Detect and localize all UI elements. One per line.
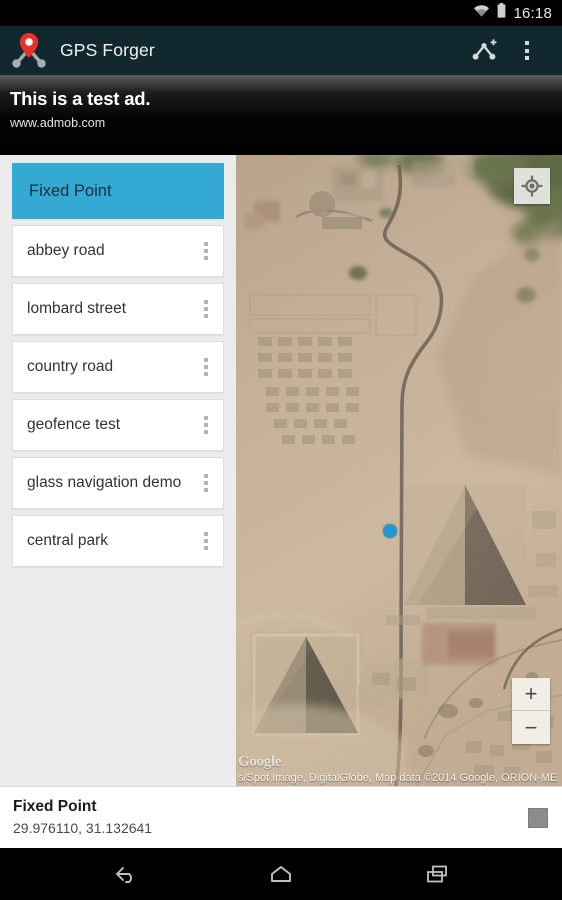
recent-apps-icon (427, 865, 447, 883)
wifi-icon (473, 4, 490, 22)
app-title: GPS Forger (60, 40, 155, 60)
list-item[interactable]: central park (12, 515, 224, 567)
app-root: 16:18 GPS Forger This is a test ad. www.… (0, 0, 562, 900)
overflow-dots (517, 40, 537, 62)
list-item-overflow-icon[interactable] (195, 358, 217, 376)
home-icon (271, 866, 291, 882)
android-nav-bar (0, 848, 562, 900)
zoom-in-button[interactable]: + (512, 678, 550, 711)
battery-icon (497, 3, 506, 23)
ad-url: www.admob.com (10, 116, 106, 130)
info-title: Fixed Point (13, 798, 97, 816)
nav-recents-button[interactable] (414, 854, 460, 894)
list-item-label: glass navigation demo (27, 474, 182, 492)
selected-location-info-bar: Fixed Point 29.976110, 31.132641 (0, 786, 562, 848)
list-item-overflow-icon[interactable] (195, 416, 217, 434)
list-item-label: Fixed Point (29, 181, 112, 200)
status-bar: 16:18 (0, 0, 562, 26)
list-item-overflow-icon[interactable] (195, 242, 217, 260)
list-item-overflow-icon[interactable] (195, 532, 217, 550)
list-item-label: central park (27, 532, 108, 550)
list-item-overflow-icon[interactable] (195, 474, 217, 492)
list-item[interactable]: geofence test (12, 399, 224, 451)
ad-banner[interactable]: This is a test ad. www.admob.com Visit S… (0, 75, 562, 155)
map-view[interactable]: + − Google s/Spot Image, DigitalGlobe, M… (236, 155, 562, 786)
list-item[interactable]: Fixed Point (12, 163, 224, 219)
location-active-toggle[interactable] (528, 807, 548, 828)
app-bar: GPS Forger (0, 26, 562, 75)
list-item-label: geofence test (27, 416, 121, 434)
list-item[interactable]: country road (12, 341, 224, 393)
list-item-label: abbey road (27, 242, 105, 260)
list-item-label: lombard street (27, 300, 127, 318)
list-item[interactable]: abbey road (12, 225, 224, 277)
ad-headline: This is a test ad. (10, 88, 151, 109)
status-time: 16:18 (513, 4, 552, 22)
map-attribution: s/Spot Image, DigitalGlobe, Map data ©20… (238, 772, 558, 784)
map-zoom-controls: + − (512, 678, 550, 744)
list-item[interactable]: glass navigation demo (12, 457, 224, 509)
overflow-menu-icon[interactable] (506, 30, 548, 72)
my-location-button[interactable] (514, 168, 550, 204)
back-arrow-icon (116, 867, 132, 883)
my-location-crosshair-icon (521, 175, 543, 197)
info-text-group: Fixed Point 29.976110, 31.132641 (13, 797, 528, 837)
zoom-out-button[interactable]: − (512, 711, 550, 744)
list-item-overflow-icon[interactable] (195, 300, 217, 318)
list-item[interactable]: lombard street (12, 283, 224, 335)
google-logo: Google (238, 754, 282, 770)
gps-forger-logo-icon (10, 31, 48, 71)
nav-back-button[interactable] (102, 854, 148, 894)
nav-home-button[interactable] (258, 854, 304, 894)
location-marker-dot (383, 524, 397, 538)
add-route-icon[interactable] (464, 30, 506, 72)
info-coordinates: 29.976110, 31.132641 (13, 819, 153, 836)
content-area: Fixed Point abbey road lombard street count… (0, 155, 562, 786)
location-list[interactable]: Fixed Point abbey road lombard street count… (0, 155, 236, 786)
list-item-label: country road (27, 358, 114, 376)
